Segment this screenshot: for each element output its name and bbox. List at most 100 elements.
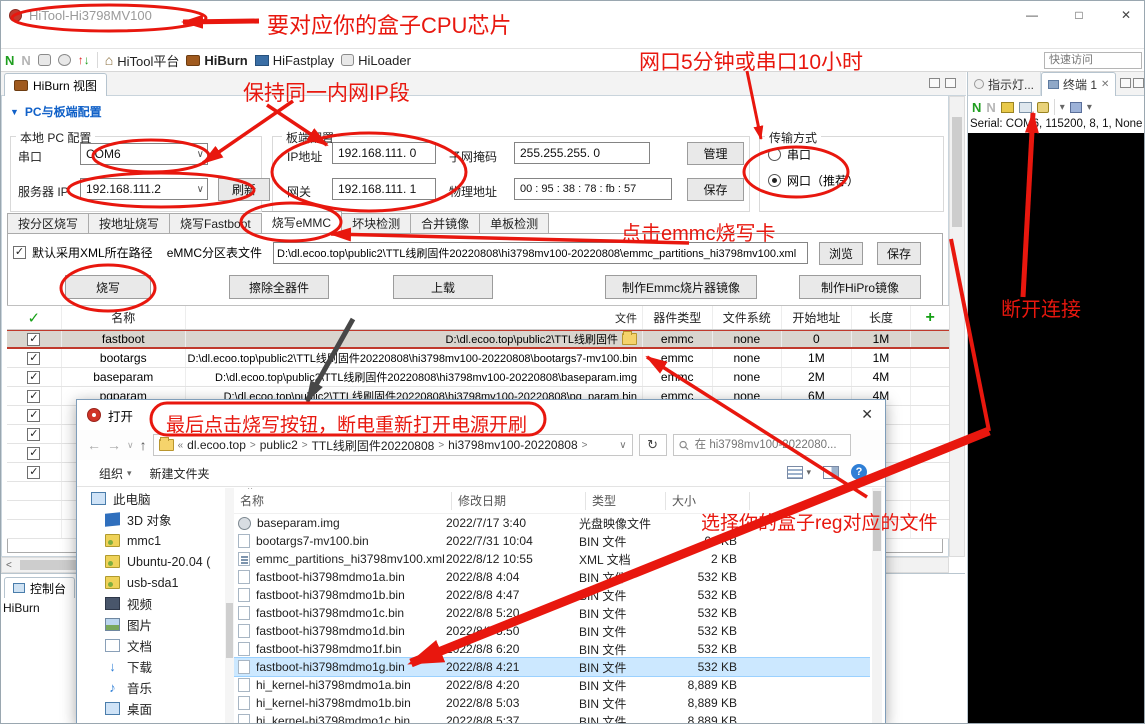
- burn-tab[interactable]: 烧写Fastboot: [170, 213, 262, 234]
- tab-console[interactable]: 控制台: [4, 577, 75, 598]
- burn-tab[interactable]: 合并镜像: [411, 213, 480, 234]
- terminal-settings-dropdown[interactable]: ▾: [1060, 102, 1065, 113]
- organize-button[interactable]: 组织▾: [99, 465, 132, 482]
- upload-button[interactable]: 上载: [393, 275, 493, 299]
- history-dropdown-icon[interactable]: ∨: [127, 440, 134, 451]
- breadcrumb[interactable]: « dl.ecoo.top>public2>TTL线刷固件20220808>hi…: [153, 434, 633, 456]
- dialog-close-icon[interactable]: ✕: [861, 406, 873, 423]
- row-checkbox[interactable]: ✓: [27, 428, 40, 441]
- sidebar-item[interactable]: 桌面: [77, 698, 225, 719]
- disconnect-icon[interactable]: N: [986, 100, 995, 115]
- sidebar-item[interactable]: ↓ 下载: [77, 656, 225, 677]
- burn-button[interactable]: 烧写: [65, 275, 151, 299]
- sidebar-item[interactable]: 文档: [77, 635, 225, 656]
- panel-minimize-icon[interactable]: [1120, 78, 1131, 88]
- erase-button[interactable]: 擦除全器件: [229, 275, 329, 299]
- burn-tab[interactable]: 按地址烧写: [89, 213, 170, 234]
- radio-serial[interactable]: 串口: [768, 146, 811, 163]
- burn-tab[interactable]: 按分区烧写: [7, 213, 89, 234]
- make-hipro-image-button[interactable]: 制作HiPro镜像: [799, 275, 921, 299]
- package-icon[interactable]: [38, 54, 51, 66]
- lock-scroll-icon[interactable]: [1037, 102, 1049, 113]
- col-file-date[interactable]: 修改日期: [452, 492, 586, 510]
- refresh-icon[interactable]: ↻: [639, 434, 667, 456]
- breadcrumb-item[interactable]: public2: [260, 438, 298, 452]
- plugin-icon[interactable]: [58, 54, 71, 66]
- toolbar-link-hitool[interactable]: ⌂HiTool平台: [105, 51, 180, 70]
- file-row[interactable]: fastboot-hi3798mdmo1c.bin 2022/8/8 5:20 …: [234, 604, 870, 622]
- row-checkbox[interactable]: ✓: [27, 352, 40, 365]
- browse-button[interactable]: 浏览: [819, 242, 863, 265]
- preview-pane-icon[interactable]: [823, 466, 839, 479]
- row-checkbox[interactable]: ✓: [27, 447, 40, 460]
- xml-save-button[interactable]: 保存: [877, 242, 921, 265]
- row-checkbox[interactable]: ✓: [27, 371, 40, 384]
- file-row[interactable]: hi_kernel-hi3798mdmo1c.bin 2022/8/8 5:37…: [234, 712, 870, 724]
- file-row[interactable]: fastboot-hi3798mdmo1g.bin 2022/8/8 4:21 …: [234, 658, 870, 676]
- radio-network[interactable]: 网口（推荐）: [768, 172, 859, 189]
- breadcrumb-item[interactable]: hi3798mv100-20220808: [448, 438, 577, 452]
- col-file[interactable]: 文件: [186, 306, 643, 329]
- col-file-type[interactable]: 类型: [586, 492, 666, 510]
- toolbar-link-hifastplay[interactable]: HiFastplay: [255, 53, 334, 68]
- connect-icon[interactable]: N: [972, 100, 981, 115]
- make-emmc-image-button[interactable]: 制作Emmc烧片器镜像: [605, 275, 757, 299]
- file-row[interactable]: fastboot-hi3798mdmo1b.bin 2022/8/8 4:47 …: [234, 586, 870, 604]
- config-section-header[interactable]: ▼ PC与板端配置: [10, 103, 102, 120]
- partition-row[interactable]: ✓ fastboot D:\dl.ecoo.top\public2\TTL线刷固…: [7, 330, 949, 349]
- dialog-search-box[interactable]: [673, 434, 851, 456]
- gateway-field[interactable]: 192.168.111. 1: [332, 178, 436, 200]
- col-file-name[interactable]: 名称: [234, 492, 452, 510]
- tab-indicator-lights[interactable]: 指示灯...: [968, 72, 1041, 96]
- sidebar-scrollbar[interactable]: [225, 488, 234, 724]
- file-row[interactable]: bootargs7-mv100.bin 2022/7/31 10:04 BIN …: [234, 532, 870, 550]
- panel-maximize-icon[interactable]: [945, 78, 956, 88]
- mac-field[interactable]: 00 : 95 : 38 : 78 : fb : 57: [514, 178, 672, 200]
- connect-icon[interactable]: N: [5, 53, 14, 68]
- row-checkbox[interactable]: ✓: [27, 333, 40, 346]
- up-icon[interactable]: ↑: [140, 437, 147, 453]
- tab-hiburn-view[interactable]: HiBurn 视图: [4, 73, 107, 96]
- xml-path-checkbox[interactable]: ✓: [13, 246, 26, 259]
- minimize-button[interactable]: —: [1012, 2, 1052, 28]
- col-name[interactable]: 名称: [62, 306, 186, 329]
- sidebar-item[interactable]: Ubuntu-20.04 (: [77, 551, 225, 572]
- help-icon[interactable]: ?: [851, 464, 867, 480]
- disconnect-icon[interactable]: N: [21, 53, 30, 68]
- refresh-button[interactable]: 刷新: [218, 178, 270, 201]
- sidebar-item[interactable]: 视频: [77, 593, 225, 614]
- log-table-icon[interactable]: [1001, 102, 1014, 113]
- back-icon[interactable]: ←: [87, 437, 101, 453]
- quick-access-input[interactable]: [1044, 52, 1142, 69]
- sidebar-item[interactable]: mmc1: [77, 530, 225, 551]
- partition-row[interactable]: ✓ baseparam D:\dl.ecoo.top\public2\TTL线刷…: [7, 368, 949, 387]
- row-checkbox[interactable]: ✓: [27, 409, 40, 422]
- panel-maximize-icon[interactable]: [1133, 78, 1144, 88]
- close-button[interactable]: ✕: [1106, 2, 1145, 28]
- file-row[interactable]: baseparam.img 2022/7/17 3:40 光盘映像文件: [234, 514, 870, 532]
- burn-tab[interactable]: 坏块检测: [342, 213, 411, 234]
- toolbar-link-hiburn[interactable]: HiBurn: [186, 53, 247, 68]
- subnet-mask-field[interactable]: 255.255.255. 0: [514, 142, 650, 164]
- new-folder-button[interactable]: 新建文件夹: [150, 465, 210, 482]
- col-file-size[interactable]: 大小: [666, 492, 750, 510]
- row-checkbox[interactable]: ✓: [27, 390, 40, 403]
- server-ip-select[interactable]: 192.168.111.2∨: [80, 178, 208, 200]
- breadcrumb-dropdown-icon[interactable]: ∨: [619, 440, 626, 451]
- sidebar-item[interactable]: 此电脑: [77, 488, 225, 509]
- breadcrumb-item[interactable]: dl.ecoo.top: [187, 438, 246, 452]
- tab-terminal-1[interactable]: 终端 1✕: [1041, 72, 1116, 96]
- file-row[interactable]: emmc_partitions_hi3798mv100.xml 2022/8/1…: [234, 550, 870, 568]
- add-row-icon[interactable]: +: [911, 306, 949, 329]
- sidebar-item[interactable]: usb-sda1: [77, 572, 225, 593]
- breadcrumb-item[interactable]: TTL线刷固件20220808: [312, 437, 435, 454]
- new-terminal-icon[interactable]: [1070, 102, 1082, 113]
- burn-tab[interactable]: 单板检测: [480, 213, 549, 234]
- row-checkbox[interactable]: ✓: [27, 466, 40, 479]
- new-terminal-dropdown[interactable]: ▾: [1087, 102, 1092, 113]
- scroll-left-arrow[interactable]: <: [2, 560, 16, 571]
- file-row[interactable]: fastboot-hi3798mdmo1f.bin 2022/8/8 6:20 …: [234, 640, 870, 658]
- sidebar-item[interactable]: 图片: [77, 614, 225, 635]
- search-input[interactable]: [693, 438, 845, 452]
- col-fs[interactable]: 文件系统: [713, 306, 783, 329]
